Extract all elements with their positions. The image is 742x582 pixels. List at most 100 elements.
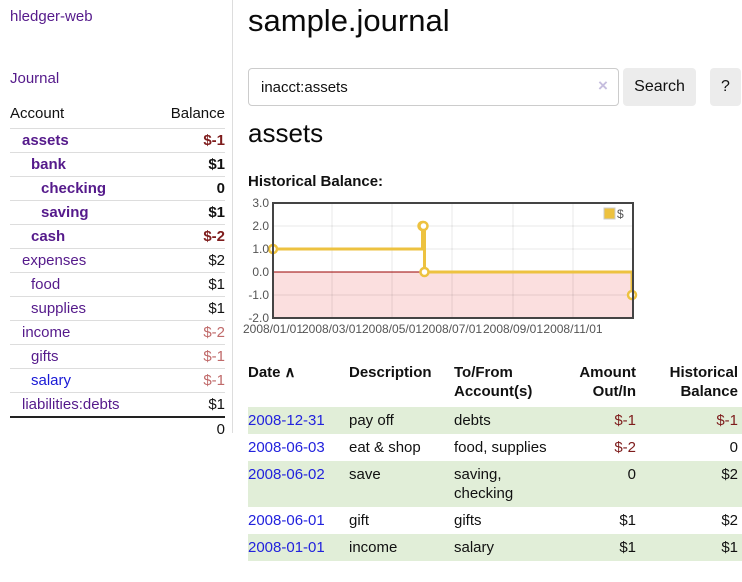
transaction-accounts: debts [450,407,554,434]
account-link[interactable]: salary [31,372,71,389]
date-column-header[interactable]: Date∧ [248,360,345,407]
app-window: hledger-web Journal Account Balance asse… [0,0,742,582]
account-heading: assets [248,118,323,149]
svg-text:2008/11/01: 2008/11/01 [543,322,602,336]
transaction-description: income [345,534,450,561]
clear-search-icon[interactable]: × [592,76,614,96]
svg-text:2008/03/01: 2008/03/01 [302,322,362,336]
transaction-balance: $2 [640,461,742,507]
account-balance: $-1 [154,345,225,369]
transaction-amount: 0 [554,461,640,507]
account-row: liabilities:debts $1 [10,393,225,418]
account-row: gifts $-1 [10,345,225,369]
transaction-balance: $-1 [640,407,742,434]
transaction-row: 2008-06-02 save saving, checking 0 $2 [248,461,742,507]
sidebar-item-journal[interactable]: Journal [10,70,59,87]
account-row: salary $-1 [10,369,225,393]
account-link[interactable]: bank [31,156,66,173]
transaction-amount: $-1 [554,407,640,434]
account-balance: $1 [154,201,225,225]
account-link[interactable]: saving [41,204,89,221]
transaction-date-link[interactable]: 2008-06-03 [248,439,325,456]
transaction-date-link[interactable]: 2008-06-01 [248,512,325,529]
svg-text:2008/07/01: 2008/07/01 [422,322,482,336]
account-row: assets $-1 [10,129,225,153]
sort-asc-icon: ∧ [285,364,296,381]
account-row: saving $1 [10,201,225,225]
account-balance: $-2 [154,321,225,345]
account-balance: $1 [154,273,225,297]
account-row: expenses $2 [10,249,225,273]
search-input[interactable] [248,68,619,106]
account-balance: 0 [154,177,225,201]
account-balance: $-1 [154,369,225,393]
search-button[interactable]: Search [623,68,696,106]
svg-text:-1.0: -1.0 [248,288,269,302]
account-tree-header: Account Balance [10,101,225,129]
account-link[interactable]: assets [22,132,69,149]
account-link[interactable]: checking [41,180,106,197]
account-row: cash $-2 [10,225,225,249]
brand-link[interactable]: hledger-web [10,8,93,25]
main-content: sample.journal × Search ? assets Histori… [248,0,742,582]
account-balance: $1 [154,393,225,418]
account-balance: $-1 [154,129,225,153]
svg-text:2008/01/01: 2008/01/01 [243,322,303,336]
svg-text:2.0: 2.0 [252,219,269,233]
account-link[interactable]: expenses [22,252,86,269]
total-balance: 0 [154,417,225,441]
transaction-date-link[interactable]: 2008-01-01 [248,539,325,556]
transaction-date-link[interactable]: 2008-06-02 [248,466,325,483]
transaction-balance: 0 [640,434,742,461]
svg-text:0.0: 0.0 [252,265,269,279]
balance-column-header[interactable]: Historical Balance [640,360,742,407]
transaction-description: pay off [345,407,450,434]
account-row: income $-2 [10,321,225,345]
transaction-balance: $2 [640,507,742,534]
svg-text:2008/05/01: 2008/05/01 [362,322,422,336]
account-tree-body: assets $-1 bank $1 checking 0 saving $1 … [10,129,225,418]
account-balance: $1 [154,153,225,177]
transaction-row: 2008-12-31 pay off debts $-1 $-1 [248,407,742,434]
account-column-header: Account [10,101,154,129]
accounts-column-header[interactable]: To/From Account(s) [450,360,554,407]
transaction-description: save [345,461,450,507]
account-link[interactable]: cash [31,228,65,245]
account-row: checking 0 [10,177,225,201]
account-link[interactable]: food [31,276,60,293]
account-link[interactable]: liabilities:debts [22,396,120,413]
account-balance: $1 [154,297,225,321]
transaction-row: 2008-06-01 gift gifts $1 $2 [248,507,742,534]
transaction-row: 2008-01-01 income salary $1 $1 [248,534,742,561]
account-row: supplies $1 [10,297,225,321]
register-header-row: Date∧ Description To/From Account(s) Amo… [248,360,742,407]
account-link[interactable]: supplies [31,300,86,317]
account-tree: Account Balance assets $-1 bank $1 check… [10,101,225,441]
svg-text:$: $ [617,207,624,221]
svg-text:1.0: 1.0 [252,242,269,256]
transaction-date-link[interactable]: 2008-12-31 [248,412,325,429]
balance-column-header: Balance [154,101,225,129]
transaction-balance: $1 [640,534,742,561]
svg-text:2008/09/01: 2008/09/01 [483,322,543,336]
account-tree-total-row: 0 [10,417,225,441]
chart-label: Historical Balance: [248,173,383,190]
transaction-amount: $-2 [554,434,640,461]
transaction-accounts: food, supplies [450,434,554,461]
transaction-accounts: gifts [450,507,554,534]
transaction-description: eat & shop [345,434,450,461]
svg-text:3.0: 3.0 [252,196,269,210]
account-link[interactable]: income [22,324,70,341]
register-table: Date∧ Description To/From Account(s) Amo… [248,360,742,561]
description-column-header[interactable]: Description [345,360,450,407]
register-body: 2008-12-31 pay off debts $-1 $-1 2008-06… [248,407,742,561]
account-link[interactable]: gifts [31,348,59,365]
amount-column-header[interactable]: Amount Out/In [554,360,640,407]
transaction-amount: $1 [554,534,640,561]
account-balance: $2 [154,249,225,273]
account-row: bank $1 [10,153,225,177]
account-balance: $-2 [154,225,225,249]
transaction-row: 2008-06-03 eat & shop food, supplies $-2… [248,434,742,461]
help-button[interactable]: ? [710,68,741,106]
transaction-accounts: saving, checking [450,461,554,507]
